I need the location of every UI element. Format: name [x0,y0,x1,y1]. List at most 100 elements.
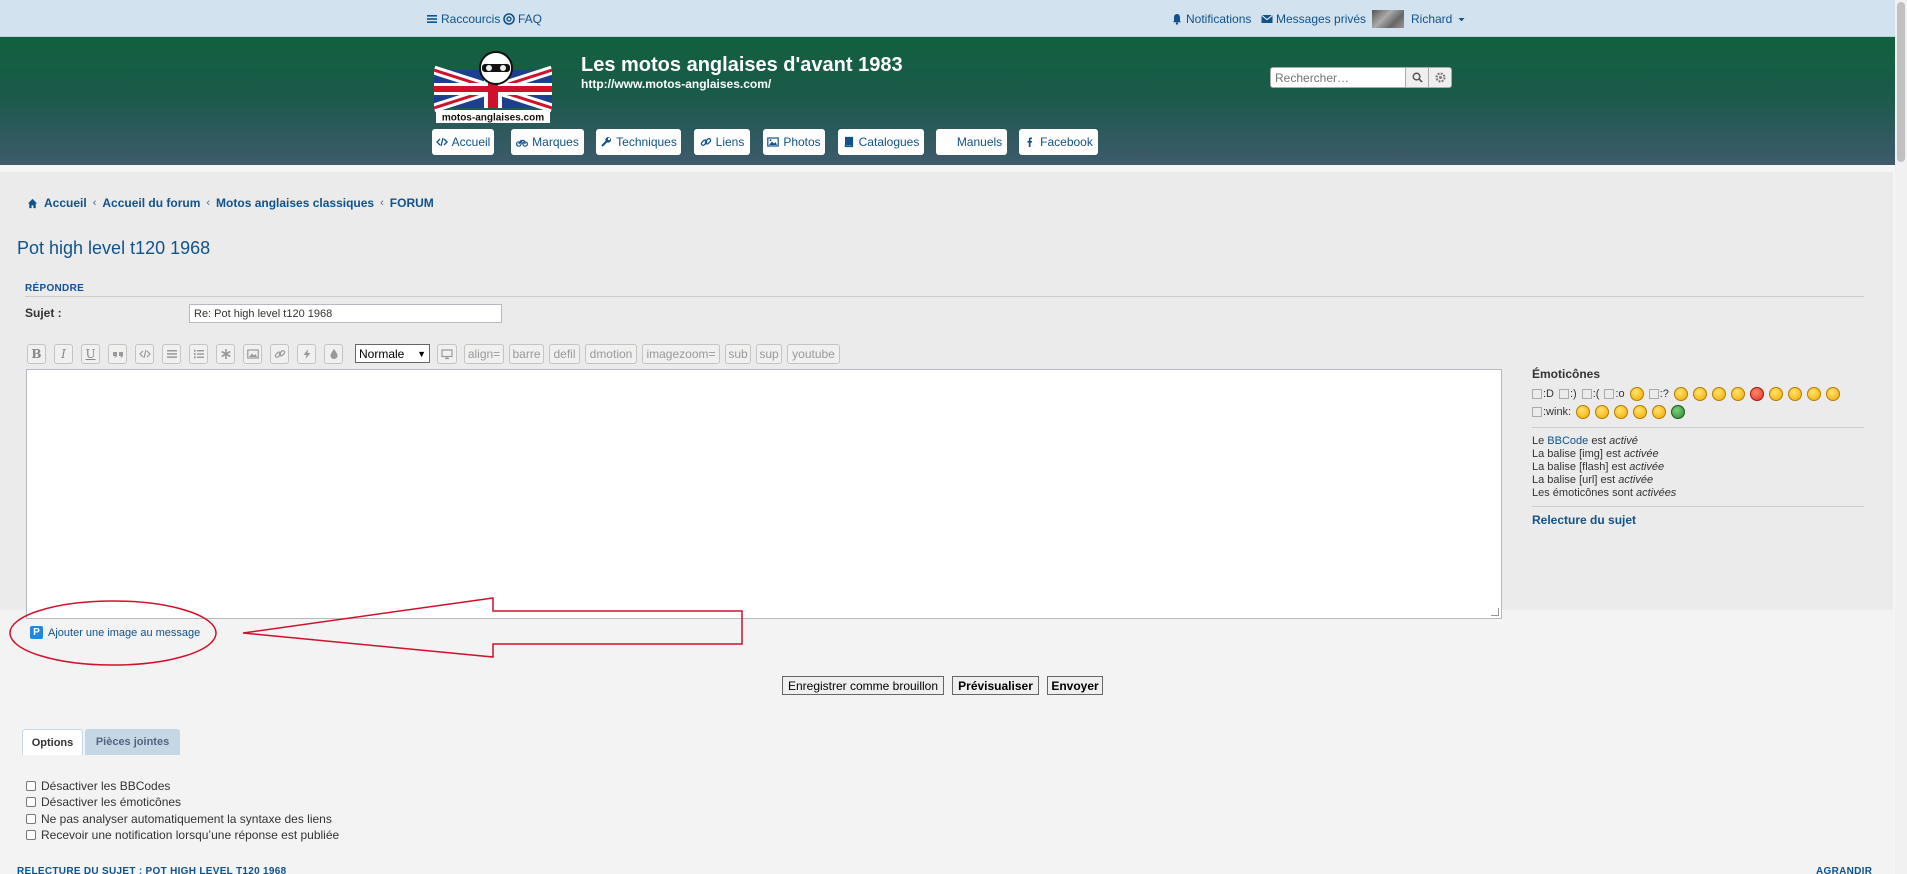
nav-liens[interactable]: Liens [694,129,750,155]
code-button[interactable] [135,344,154,364]
bbcode-imagezoom-button[interactable]: imagezoom= [642,344,720,364]
option-disable-magic-url[interactable]: Ne pas analyser automatiquement la synta… [26,812,332,826]
checkbox[interactable] [26,781,36,791]
preview-button[interactable]: Prévisualiser [952,676,1039,695]
bbcode-dmotion-button[interactable]: dmotion [585,344,637,364]
bbcode-sup-button[interactable]: sup [756,344,782,364]
color-button[interactable] [324,344,343,364]
smiley-icon[interactable] [1692,387,1707,401]
smiley-icon[interactable] [1652,405,1667,419]
smiley-broken[interactable]: :? [1648,388,1669,400]
flash-button[interactable] [297,344,316,364]
ordered-list-button[interactable] [189,344,208,364]
smiley-broken[interactable]: :( [1581,388,1599,400]
broken-image-icon [1559,389,1569,399]
link-button[interactable] [270,344,289,364]
tab-options[interactable]: Options [22,729,83,755]
expand-link[interactable]: AGRANDIR [1816,866,1872,874]
font-size-select[interactable]: Normale ▼ [355,344,430,363]
advanced-search-button[interactable] [1429,67,1452,88]
bell-icon [1173,14,1181,25]
bbcode-barre-button[interactable]: barre [509,344,544,364]
smiley-icon[interactable] [1633,405,1648,419]
home-icon [27,198,38,208]
resize-handle[interactable] [1491,608,1499,616]
bbcode-defil-button[interactable]: defil [549,344,580,364]
smiley-icon[interactable] [1629,387,1644,401]
smiley-icon[interactable] [1673,387,1688,401]
nav-facebook[interactable]: Facebook [1019,129,1098,155]
list-item-button[interactable] [216,344,235,364]
nav-photos[interactable]: Photos [763,129,825,155]
nav-accueil[interactable]: Accueil [432,129,494,155]
broken-image-icon [1581,389,1592,399]
smiley-icon[interactable] [1749,387,1764,401]
code-icon [435,137,448,147]
site-title[interactable]: Les motos anglaises d'avant 1983 [581,54,903,77]
scrollbar[interactable] [1895,0,1907,874]
notifications-link[interactable]: Notifications [1171,12,1251,26]
smiley-icon[interactable] [1825,387,1840,401]
breadcrumb-forum[interactable]: FORUM [390,196,434,210]
nav-techniques[interactable]: Techniques [596,129,681,155]
search-button[interactable] [1406,67,1429,88]
tab-attachments[interactable]: Pièces jointes [85,729,180,755]
breadcrumb-home[interactable]: Accueil [44,196,87,210]
breadcrumb-forum-index[interactable]: Accueil du forum [102,196,200,210]
smiley-icon[interactable] [1768,387,1783,401]
checkbox[interactable] [26,797,36,807]
smiley-broken[interactable]: :D [1532,388,1554,400]
smiley-icon[interactable] [1730,387,1745,401]
message-textarea[interactable] [26,369,1502,619]
monitor-icon [441,349,453,360]
bbcode-link[interactable]: BBCode [1547,435,1588,447]
scrollbar-thumb[interactable] [1897,2,1905,162]
smiley-broken[interactable]: :) [1559,388,1577,400]
smiley-icon[interactable] [1595,405,1610,419]
nav-marques[interactable]: Marques [511,129,584,155]
bbcode-align-button[interactable]: align= [464,344,504,364]
bbcode-sub-button[interactable]: sub [725,344,751,364]
bold-button[interactable]: B [27,344,46,364]
page-body: Accueil ‹ Accueil du forum ‹ Motos angla… [0,172,1893,874]
smiley-icon[interactable] [1671,405,1686,419]
breadcrumb-category[interactable]: Motos anglaises classiques [216,196,374,210]
subject-input[interactable] [189,304,502,323]
nav-label: Techniques [616,135,677,149]
topic-review-link[interactable]: Relecture du sujet [1532,513,1864,527]
nav-catalogues[interactable]: Catalogues [838,129,924,155]
shortcuts-link[interactable]: Raccourcis [426,12,500,26]
smiley-icon[interactable] [1711,387,1726,401]
underline-button[interactable]: U [81,344,100,364]
checkbox[interactable] [26,814,36,824]
submit-button[interactable]: Envoyer [1047,676,1103,695]
help-icon [503,13,515,25]
list-button[interactable] [162,344,181,364]
search-input[interactable] [1270,67,1406,88]
image-button[interactable] [243,344,262,364]
smilies-status: Les émoticônes sont activées [1532,487,1677,499]
smiley-broken[interactable]: :o [1604,388,1625,400]
notifications-label: Notifications [1186,12,1252,26]
site-logo[interactable]: motos-anglaises.com [434,50,552,124]
option-disable-bbcode[interactable]: Désactiver les BBCodes [26,779,170,793]
option-notify[interactable]: Recevoir une notification lorsqu’une rép… [26,828,339,842]
checkbox[interactable] [26,830,36,840]
save-draft-button[interactable]: Enregistrer comme brouillon [782,676,944,695]
page-title[interactable]: Pot high level t120 1968 [17,238,210,259]
smiley-icon[interactable] [1614,405,1629,419]
smiley-icon[interactable] [1576,405,1591,419]
option-disable-smilies[interactable]: Désactiver les émoticônes [26,795,181,809]
bbcode-youtube-button[interactable]: youtube [787,344,840,364]
smiley-icon[interactable] [1787,387,1802,401]
smiley-broken[interactable]: :wink: [1532,406,1571,418]
quote-button[interactable] [108,344,127,364]
italic-button[interactable]: I [54,344,73,364]
faq-link[interactable]: FAQ [503,12,542,26]
user-menu[interactable]: Richard [1372,10,1466,28]
nav-manuels[interactable]: Manuels [936,129,1007,155]
private-messages-link[interactable]: Messages privés [1261,12,1366,26]
video-button[interactable] [437,344,457,364]
smiley-icon[interactable] [1806,387,1821,401]
envelope-icon [1261,15,1273,23]
